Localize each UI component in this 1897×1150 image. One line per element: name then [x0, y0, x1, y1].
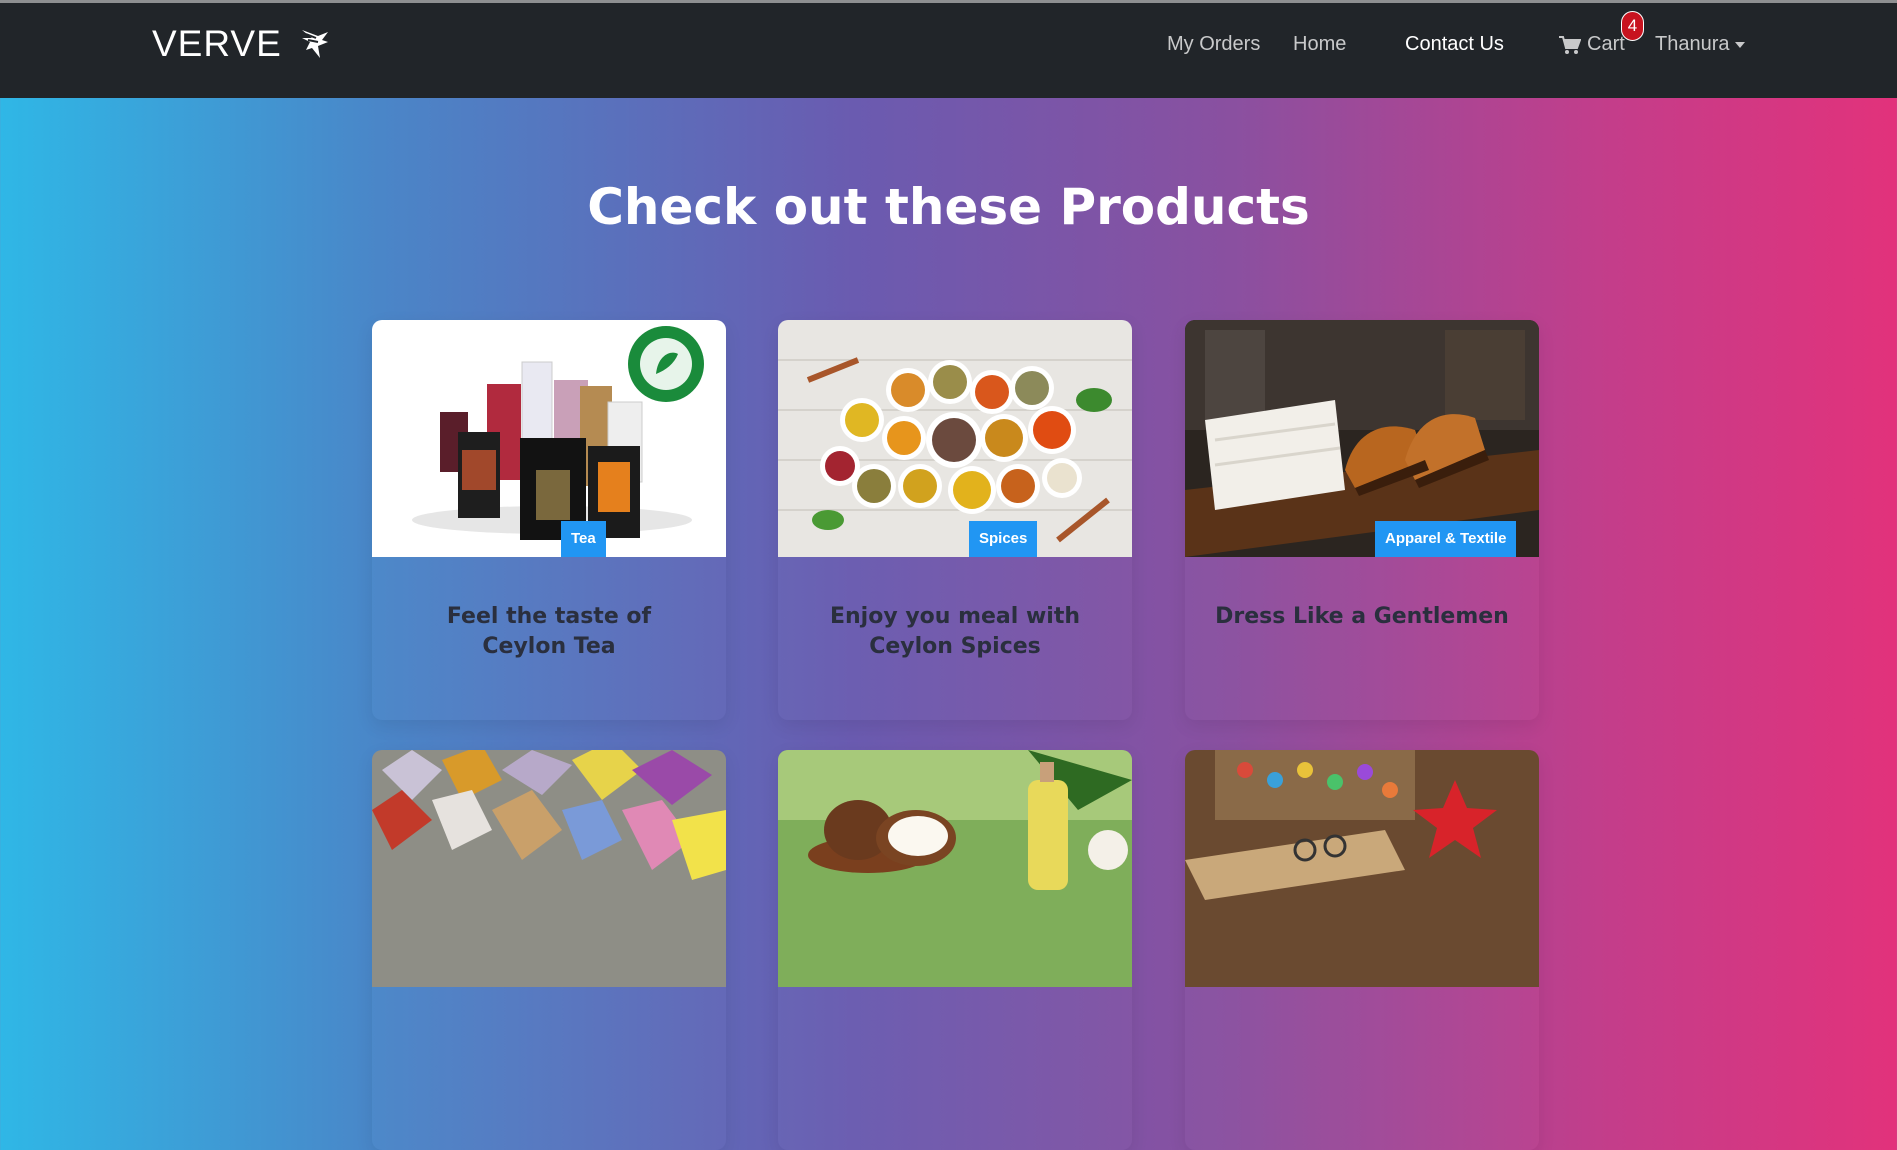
- product-image-gems: [372, 750, 726, 987]
- product-card-coconut[interactable]: [778, 750, 1132, 1150]
- product-image-tea: Tea: [372, 320, 726, 557]
- page-heading: Check out these Products: [587, 178, 1310, 236]
- product-image-crafts: [1185, 750, 1539, 987]
- nav-my-orders[interactable]: My Orders: [1167, 33, 1260, 56]
- nav-cart[interactable]: Cart: [1559, 33, 1625, 56]
- bird-logo-icon: [301, 30, 328, 58]
- cart-label: Cart: [1587, 33, 1625, 55]
- user-name: Thanura: [1655, 33, 1730, 55]
- nav-contact-us[interactable]: Contact Us: [1405, 33, 1504, 56]
- category-tag: Tea: [561, 521, 606, 557]
- category-tag: Apparel & Textile: [1375, 521, 1517, 557]
- shopping-cart-icon: [1559, 35, 1581, 54]
- user-dropdown[interactable]: Thanura: [1655, 33, 1745, 56]
- caret-down-icon: [1734, 41, 1745, 48]
- product-image-apparel: Apparel & Textile: [1185, 320, 1539, 557]
- product-title[interactable]: Enjoy you meal with Ceylon Spices: [808, 602, 1102, 662]
- cart-count-badge: 4: [1621, 11, 1644, 41]
- product-image-spices: Spices: [778, 320, 1132, 557]
- product-card-crafts[interactable]: [1185, 750, 1539, 1150]
- product-title[interactable]: Feel the taste of Ceylon Tea: [402, 602, 696, 662]
- category-tag: Spices: [969, 521, 1038, 557]
- product-card-spices[interactable]: Spices Enjoy you meal with Ceylon Spices: [778, 320, 1132, 720]
- brand[interactable]: VERVE: [152, 23, 330, 65]
- brand-name: VERVE: [152, 23, 282, 64]
- product-card-apparel[interactable]: Apparel & Textile Dress Like a Gentlemen: [1185, 320, 1539, 720]
- navbar: VERVE My Orders Home Contact Us Cart 4 T…: [0, 3, 1897, 98]
- nav-home[interactable]: Home: [1293, 33, 1346, 56]
- product-image-coconut: [778, 750, 1132, 987]
- product-card-gems[interactable]: [372, 750, 726, 1150]
- product-card-tea[interactable]: Tea Feel the taste of Ceylon Tea: [372, 320, 726, 720]
- product-title[interactable]: Dress Like a Gentlemen: [1215, 602, 1509, 632]
